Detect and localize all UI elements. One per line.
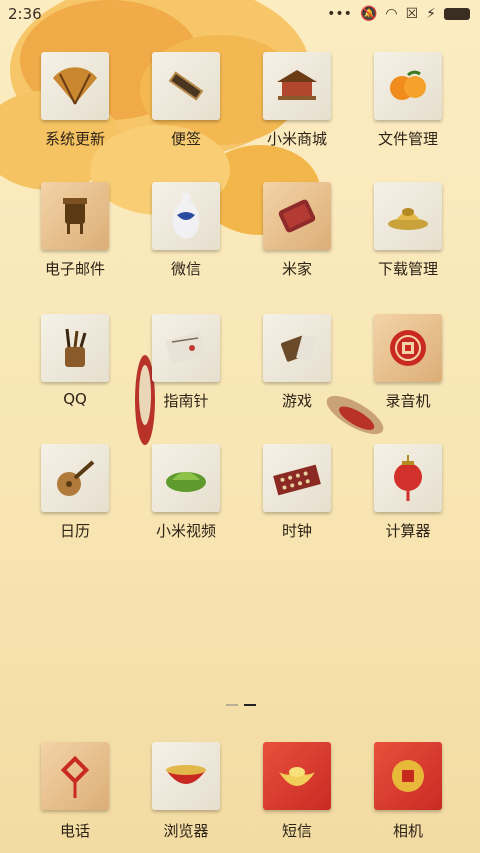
- app-label: 电话: [59, 822, 90, 840]
- app-qq[interactable]: QQ: [20, 314, 130, 408]
- app-download-manager[interactable]: 下载管理: [353, 182, 463, 279]
- fan-icon: [41, 52, 109, 120]
- app-recorder[interactable]: 录音机: [353, 314, 463, 411]
- app-mi-video[interactable]: 小米视频: [131, 444, 241, 541]
- app-label: 系统更新: [44, 130, 105, 148]
- app-label: 小米视频: [155, 522, 216, 540]
- abacus-icon: [263, 444, 331, 512]
- lantern-icon: [374, 444, 442, 512]
- app-label: 短信: [281, 822, 312, 840]
- porcelain-vase-icon: [152, 182, 220, 250]
- app-label: 游戏: [281, 392, 312, 410]
- paper-icon: [152, 314, 220, 382]
- app-file-manager[interactable]: 文件管理: [353, 52, 463, 149]
- notifications-muted-icon: 🔕: [359, 6, 378, 22]
- app-label: 文件管理: [377, 130, 438, 148]
- app-label: 小米商城: [266, 130, 327, 148]
- charging-icon: ⚡: [426, 6, 436, 22]
- red-seal-icon: [374, 314, 442, 382]
- page-indicator[interactable]: [226, 704, 256, 706]
- orange-icon: [374, 52, 442, 120]
- app-clock[interactable]: 时钟: [242, 444, 352, 541]
- app-notes[interactable]: 便签: [131, 52, 241, 149]
- app-calendar[interactable]: 日历: [20, 444, 130, 541]
- app-label: 微信: [170, 260, 201, 278]
- pipa-icon: [41, 444, 109, 512]
- app-mijia[interactable]: 米家: [242, 182, 352, 279]
- app-wechat[interactable]: 微信: [131, 182, 241, 279]
- brush-pot-icon: [41, 314, 109, 382]
- no-sim-icon: ☒: [405, 6, 419, 22]
- app-email[interactable]: 电子邮件: [20, 182, 130, 279]
- dock-phone[interactable]: 电话: [20, 742, 130, 841]
- app-label: 日历: [59, 522, 90, 540]
- app-label: 时钟: [281, 522, 312, 540]
- dumpling-icon: [152, 444, 220, 512]
- dock-messages[interactable]: 短信: [242, 742, 352, 841]
- app-calculator[interactable]: 计算器: [353, 444, 463, 541]
- app-label: 录音机: [385, 392, 431, 410]
- status-time: 2:36: [8, 5, 42, 23]
- app-compass[interactable]: 指南针: [131, 314, 241, 411]
- scroll-icon: [152, 52, 220, 120]
- app-label: 电子邮件: [44, 260, 105, 278]
- dock-browser[interactable]: 浏览器: [131, 742, 241, 841]
- app-label: 指南针: [163, 392, 209, 410]
- app-games[interactable]: 游戏: [242, 314, 352, 411]
- chinese-knot-icon: [41, 742, 109, 810]
- app-label: 便签: [170, 130, 201, 148]
- page-dot-active[interactable]: [244, 704, 256, 706]
- dock-camera[interactable]: 相机: [353, 742, 463, 841]
- app-label: 相机: [392, 822, 423, 840]
- bronze-vessel-icon: [41, 182, 109, 250]
- app-label: QQ: [63, 390, 87, 408]
- app-label: 下载管理: [377, 260, 438, 278]
- app-label: 计算器: [385, 522, 431, 540]
- more-dots-icon: •••: [327, 6, 352, 22]
- bowl-icon: [152, 742, 220, 810]
- app-label: 浏览器: [163, 822, 209, 840]
- page-dot[interactable]: [226, 704, 238, 706]
- gold-ingot-icon: [263, 742, 331, 810]
- battery-icon: [444, 8, 470, 20]
- game-box-icon: [263, 314, 331, 382]
- wifi-icon: ◠: [385, 6, 398, 22]
- app-system-update[interactable]: 系统更新: [20, 52, 130, 149]
- status-bar: 2:36 ••• 🔕 ◠ ☒ ⚡: [0, 0, 480, 28]
- coin-icon: [374, 742, 442, 810]
- status-icons: ••• 🔕 ◠ ☒ ⚡: [327, 6, 470, 22]
- app-mi-store[interactable]: 小米商城: [242, 52, 352, 149]
- pavilion-icon: [263, 52, 331, 120]
- red-package-icon: [263, 182, 331, 250]
- gold-ingot-plate-icon: [374, 182, 442, 250]
- app-label: 米家: [281, 260, 312, 278]
